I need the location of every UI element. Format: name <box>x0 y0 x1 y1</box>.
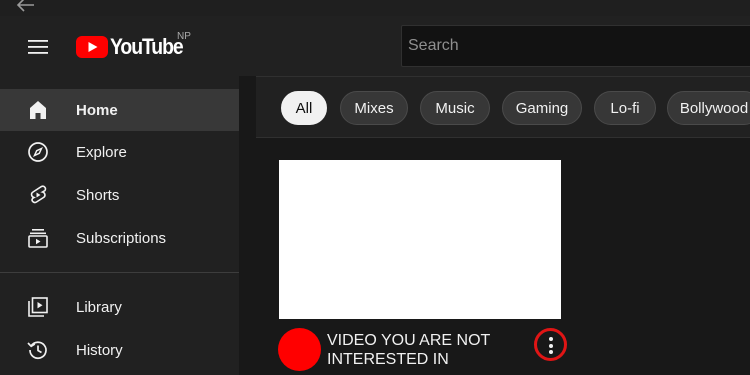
sidebar-item-label: Subscriptions <box>76 229 167 247</box>
more-vert-icon-dot <box>549 350 553 354</box>
youtube-window: YouTube NP Home Explore Shorts <box>0 0 750 375</box>
category-chip-bar: All Mixes Music Gaming Lo-fi Bollywood <box>256 76 750 138</box>
sidebar-item-label: Home <box>76 101 118 119</box>
compass-icon <box>28 142 48 162</box>
country-code: NP <box>177 31 191 42</box>
chip-mixes[interactable]: Mixes <box>340 91 408 125</box>
window-top-strip <box>0 0 750 16</box>
video-title[interactable]: VIDEO YOU ARE NOT INTERESTED IN <box>327 331 527 369</box>
video-thumbnail[interactable] <box>279 160 561 319</box>
chip-all[interactable]: All <box>281 91 327 125</box>
sidebar-divider <box>0 272 239 273</box>
youtube-logo[interactable]: YouTube <box>76 34 192 59</box>
sidebar-item-home[interactable]: Home <box>0 89 239 131</box>
home-icon <box>30 101 46 119</box>
library-icon <box>28 297 48 317</box>
video-title-line-2: INTERESTED IN <box>327 351 449 368</box>
sidebar-item-label: Library <box>76 298 122 316</box>
chip-bollywood[interactable]: Bollywood <box>667 91 750 125</box>
logo-wordmark: YouTube <box>110 34 184 59</box>
sidebar-item-history[interactable]: History <box>0 329 239 371</box>
back-arrow-icon[interactable] <box>14 0 36 14</box>
chip-gaming[interactable]: Gaming <box>502 91 582 125</box>
chip-music[interactable]: Music <box>420 91 490 125</box>
sidebar-item-label: Shorts <box>76 186 120 204</box>
guide-sidebar: Home Explore Shorts Subscriptions Librar… <box>0 76 239 375</box>
subscriptions-icon <box>28 229 48 248</box>
video-grid: VIDEO YOU ARE NOT INTERESTED IN <box>256 139 750 375</box>
more-actions-button[interactable] <box>534 328 567 361</box>
search-input[interactable] <box>408 26 738 66</box>
youtube-play-logo-icon <box>76 36 108 58</box>
sidebar-item-subscriptions[interactable]: Subscriptions <box>0 217 239 259</box>
more-vert-icon-dot <box>549 343 553 348</box>
sidebar-item-shorts[interactable]: Shorts <box>0 174 239 216</box>
search-box <box>401 25 750 67</box>
more-vert-icon <box>549 337 553 341</box>
shorts-icon <box>30 185 47 204</box>
sidebar-item-library[interactable]: Library <box>0 286 239 328</box>
sidebar-item-label: Explore <box>76 143 127 161</box>
channel-avatar[interactable] <box>278 328 321 371</box>
chip-lofi[interactable]: Lo-fi <box>594 91 656 125</box>
video-title-line-1: VIDEO YOU ARE NOT <box>327 332 491 349</box>
hamburger-menu-icon[interactable] <box>24 36 52 56</box>
masthead: YouTube NP <box>0 16 750 76</box>
sidebar-item-label: History <box>76 341 123 359</box>
history-icon <box>27 341 47 360</box>
sidebar-item-explore[interactable]: Explore <box>0 131 239 173</box>
